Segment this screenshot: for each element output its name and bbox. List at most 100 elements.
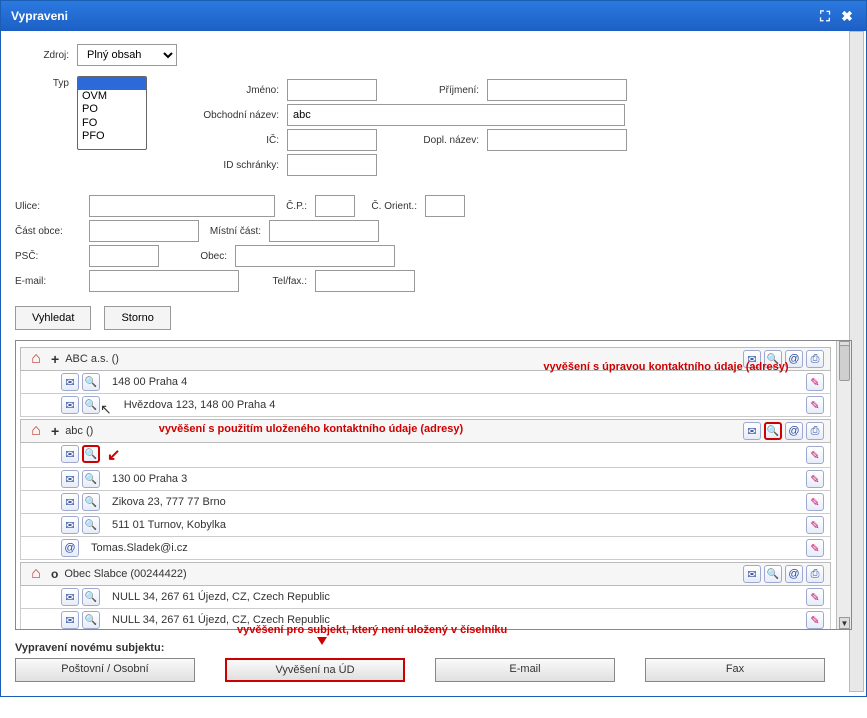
label-psc: PSČ: <box>15 251 77 262</box>
envelope-icon[interactable] <box>61 396 79 414</box>
bottom-button-fax[interactable]: Fax <box>645 658 825 682</box>
close-icon[interactable]: ✖ <box>838 7 856 25</box>
magnifier-icon[interactable] <box>764 565 782 583</box>
address-row[interactable]: Tomas.Sladek@i.cz <box>20 537 831 560</box>
label-castobce: Část obce: <box>15 226 77 237</box>
address-row[interactable]: 130 00 Praha 3 <box>20 468 831 491</box>
idschranky-field[interactable] <box>287 154 377 176</box>
label-email: E-mail: <box>15 276 77 287</box>
magnifier-icon[interactable] <box>764 422 782 440</box>
edit-icon[interactable] <box>806 396 824 414</box>
envelope-icon[interactable] <box>61 470 79 488</box>
address-row[interactable]: ↙ <box>20 443 831 468</box>
edit-icon[interactable] <box>806 611 824 629</box>
ulice-field[interactable] <box>89 195 275 217</box>
envelope-icon[interactable] <box>61 373 79 391</box>
prijmeni-field[interactable] <box>487 79 627 101</box>
address-row[interactable]: Zikova 23, 777 77 Brno <box>20 491 831 514</box>
envelope-icon[interactable] <box>61 588 79 606</box>
results-scrollbar[interactable]: ▲ ▼ <box>836 341 851 629</box>
label-ic: IČ: <box>187 135 287 146</box>
address-row[interactable]: NULL 34, 267 61 Újezd, CZ, Czech Republi… <box>20 586 831 609</box>
at-icon[interactable] <box>785 565 803 583</box>
address-row[interactable]: ↖Hvězdova 123, 148 00 Praha 4 <box>20 394 831 417</box>
psc-field[interactable] <box>89 245 159 267</box>
edit-icon[interactable] <box>806 493 824 511</box>
expander-icon[interactable]: + <box>51 423 59 439</box>
corient-field[interactable] <box>425 195 465 217</box>
print-icon[interactable] <box>806 422 824 440</box>
edit-icon[interactable] <box>806 539 824 557</box>
magnifier-icon[interactable] <box>82 516 100 534</box>
at-icon[interactable] <box>785 422 803 440</box>
envelope-icon[interactable] <box>61 611 79 629</box>
label-prijmeni: Příjmení: <box>377 85 487 96</box>
jmeno-field[interactable] <box>287 79 377 101</box>
doplnazev-field[interactable] <box>487 129 627 151</box>
print-icon[interactable] <box>806 350 824 368</box>
obec-field[interactable] <box>235 245 395 267</box>
at-icon[interactable] <box>61 539 79 557</box>
obchnazev-field[interactable] <box>287 104 625 126</box>
cursor-icon: ↖ <box>100 401 112 418</box>
magnifier-icon[interactable] <box>82 611 100 629</box>
cancel-button[interactable]: Storno <box>104 306 170 330</box>
castobce-field[interactable] <box>89 220 199 242</box>
bottom-button-vyv-en-na-d[interactable]: Vyvěšení na ÚD <box>225 658 405 682</box>
address-text: NULL 34, 267 61 Újezd, CZ, Czech Republi… <box>112 591 806 603</box>
edit-icon[interactable] <box>806 446 824 464</box>
expander-icon[interactable]: + <box>51 351 59 367</box>
expander-icon[interactable]: o <box>51 567 58 581</box>
at-icon[interactable] <box>785 350 803 368</box>
subject-header[interactable]: o Obec Slabce (00244422) <box>20 562 831 586</box>
envelope-icon[interactable] <box>743 422 761 440</box>
cp-field[interactable] <box>315 195 355 217</box>
edit-icon[interactable] <box>806 373 824 391</box>
label-obec: Obec: <box>159 251 235 262</box>
label-zdroj: Zdroj: <box>15 50 77 61</box>
mistnicast-field[interactable] <box>269 220 379 242</box>
email-field[interactable] <box>89 270 239 292</box>
scroll-thumb[interactable] <box>839 345 850 381</box>
bottom-area: vyvěšení pro subjekt, který není uložený… <box>15 642 852 682</box>
magnifier-icon[interactable] <box>82 493 100 511</box>
subject-name: ABC a.s. () <box>65 353 743 365</box>
label-doplnazev: Dopl. název: <box>377 135 487 146</box>
telfax-field[interactable] <box>315 270 415 292</box>
window-title: Vypraveni <box>11 9 68 23</box>
scroll-down-icon[interactable]: ▼ <box>839 617 850 629</box>
magnifier-icon[interactable] <box>82 470 100 488</box>
maximize-icon[interactable]: ⛶ <box>816 7 834 25</box>
label-typ: Typ <box>15 76 77 89</box>
subject-header[interactable]: +abc () <box>20 419 831 443</box>
magnifier-icon[interactable] <box>82 396 100 414</box>
magnifier-icon[interactable] <box>82 373 100 391</box>
edit-icon[interactable] <box>806 470 824 488</box>
envelope-icon[interactable] <box>61 445 79 463</box>
label-corient: Č. Orient.: <box>355 201 425 212</box>
magnifier-icon[interactable] <box>82 588 100 606</box>
bottom-button-po-tovn-osobn-[interactable]: Poštovní / Osobní <box>15 658 195 682</box>
print-icon[interactable] <box>806 565 824 583</box>
address-row[interactable]: 511 01 Turnov, Kobylka <box>20 514 831 537</box>
address-row[interactable]: 148 00 Praha 4 <box>20 371 831 394</box>
dialog-window: Vypraveni ⛶ ✖ Zdroj: Plný obsah Typ OVM … <box>0 0 867 697</box>
typ-list[interactable]: OVM PO FO PFO <box>77 76 147 150</box>
magnifier-icon[interactable] <box>764 350 782 368</box>
envelope-icon[interactable] <box>61 493 79 511</box>
arrow-down-icon <box>317 637 327 645</box>
zdroj-select[interactable]: Plný obsah <box>77 44 177 66</box>
subject-name: Obec Slabce (00244422) <box>64 568 743 580</box>
subject-header[interactable]: + ABC a.s. () <box>20 347 831 371</box>
bottom-button-e-mail[interactable]: E-mail <box>435 658 615 682</box>
search-button[interactable]: Vyhledat <box>15 306 91 330</box>
edit-icon[interactable] <box>806 516 824 534</box>
envelope-icon[interactable] <box>743 350 761 368</box>
label-obchnazev: Obchodní název: <box>187 110 287 121</box>
edit-icon[interactable] <box>806 588 824 606</box>
ic-field[interactable] <box>287 129 377 151</box>
envelope-icon[interactable] <box>61 516 79 534</box>
magnifier-icon[interactable] <box>82 445 100 463</box>
label-cp: Č.P.: <box>275 201 315 212</box>
envelope-icon[interactable] <box>743 565 761 583</box>
